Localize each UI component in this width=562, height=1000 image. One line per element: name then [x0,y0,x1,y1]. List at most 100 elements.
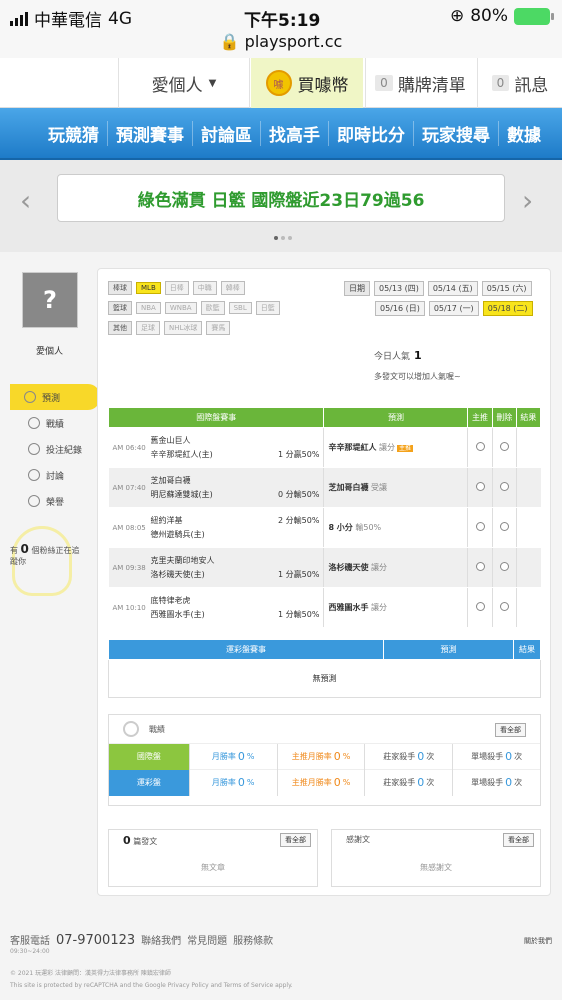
stat-label: 單場殺手 [471,778,504,787]
main-pick-radio[interactable] [475,562,485,571]
filter-npb[interactable]: 日棒 [164,281,189,295]
main-pick-radio[interactable] [475,602,485,611]
delete-radio[interactable] [499,482,509,491]
buy-coins-button[interactable]: 噱 買噱幣 [251,58,363,108]
filter-soccer[interactable]: 足球 [136,321,160,335]
delete-radio[interactable] [499,602,509,611]
single-killer: 單場殺手 0 次 [452,743,540,770]
sidebar-item-discuss[interactable]: 討論 [10,462,100,488]
sidebar-user-name: 愛個人 [36,347,64,357]
filter-cpbl[interactable]: 中職 [192,281,217,295]
col-header: 運彩盤賽事 [108,639,384,660]
sidebar-item-predict[interactable]: 預測 [10,384,100,410]
game-time: AM 06:40 [108,427,151,468]
footer-link-about[interactable]: 關於我們 [524,936,552,946]
posts-title: 0 篇發文 [123,834,157,847]
thanks-empty: 無感謝文 [420,863,452,872]
stat-value: 0 [237,776,245,789]
sidebar-item-label: 戰績 [46,419,65,430]
next-arrow-icon[interactable]: › [522,184,533,217]
filter-horse[interactable]: 賽馬 [206,321,231,335]
thanks-box: 感謝文 看全部 無感謝文 [331,829,541,887]
record-panel: 戰績 看全部 國際盤 月勝率 0% 主推月勝率 0% 莊家殺手 0 次 單場殺手 0 次 運… [108,714,541,806]
coin-icon: 噱 [265,70,292,96]
single-killer: 單場殺手 0 次 [452,769,540,796]
menu-item-forum[interactable]: 討論區 [192,120,260,146]
filter-kbo[interactable]: 韓棒 [220,281,245,295]
date-0518[interactable]: 05/18 (二) [482,301,533,316]
filter-euro[interactable]: 歐籃 [200,301,225,315]
menu-item-experts[interactable]: 找高手 [260,120,328,146]
record-view-all-button[interactable]: 看全部 [495,723,526,737]
posts-view-all-button[interactable]: 看全部 [280,833,311,847]
date-0517[interactable]: 05/17 (一) [428,301,479,316]
filter-nba[interactable]: NBA [136,302,161,314]
game-time: AM 07:40 [108,467,151,508]
date-filter-row2: 05/16 (日) 05/17 (一) 05/18 (二) [375,301,533,316]
record-row-intl: 國際盤 月勝率 0% 主推月勝率 0% 莊家殺手 0 次 單場殺手 0 次 [109,743,540,770]
service-phone: 07-9700123 [56,933,136,948]
clock: 下午5:19 [244,11,321,31]
carousel-dots [274,236,292,240]
filter-baseball: 棒球 MLB 日棒 中職 韓棒 [108,281,245,295]
prev-arrow-icon[interactable]: ‹ [20,184,31,217]
pick-note: 讓分 [371,603,387,612]
fan-count: 0 [20,542,29,556]
main-pick-radio[interactable] [475,522,485,531]
banner-slide[interactable]: 綠色滿貫 日籃 國際盤近23日79過56 [57,174,505,222]
address-bar[interactable]: 🔒 playsport.cc [0,32,562,51]
delete-radio[interactable] [499,562,509,571]
menu-item-player-search[interactable]: 玩家搜尋 [413,120,498,146]
bookie-killer: 莊家殺手 0 次 [364,743,452,770]
user-menu[interactable]: 愛個人 ▼ [118,58,250,108]
menu-item-guess[interactable]: 玩競猜 [40,121,107,146]
gear-icon [24,391,36,403]
record-row-label: 國際盤 [109,743,189,770]
sidebar-item-honor[interactable]: 榮譽 [10,488,100,514]
pick: 洛杉磯天使 [328,563,369,572]
filter-mlb[interactable]: MLB [136,282,161,294]
main-menu: 玩競猜 預測賽事 討論區 找高手 即時比分 玩家搜尋 數據 [0,108,562,160]
sidebar-nav: 預測 戰績 投注紀錄 討論 榮譽 [10,384,100,514]
delete-radio[interactable] [499,522,509,531]
footer-link-faq[interactable]: 常見問題 [187,932,227,947]
game-time: AM 09:38 [108,547,151,588]
date-0513[interactable]: 05/13 (四) [374,281,424,296]
col-header: 結果 [515,407,542,428]
record-row-lottery: 運彩盤 月勝率 0% 主推月勝率 0% 莊家殺手 0 次 單場殺手 0 次 [109,769,540,796]
footer-link-terms[interactable]: 服務條款 [233,932,273,947]
sidebar-item-label: 榮譽 [46,497,65,508]
chat-icon [28,469,40,481]
filter-wnba[interactable]: WNBA [164,302,197,314]
date-0514[interactable]: 05/14 (五) [427,281,478,296]
delete-radio[interactable] [499,442,509,451]
sidebar-item-record[interactable]: 戰績 [10,410,100,436]
stat-unit: % [342,752,351,761]
recaptcha-notice: This site is protected by reCAPTCHA and … [10,982,293,989]
status-bar: 中華電信 4G 下午5:19 ⊕ 80% 🔒 playsport.cc [0,0,562,58]
battery-info: ⊕ 80% [450,6,554,26]
date-0515[interactable]: 05/15 (六) [481,281,532,296]
pick: 8 小分 [328,523,353,532]
menu-item-data[interactable]: 數據 [498,120,549,146]
stat-label: 莊家殺手 [383,752,416,761]
main-pick-radio[interactable] [475,482,485,491]
game-teams: 克里夫蘭印地安人 洛杉磯天使(主) 1 分贏50% [150,547,324,588]
cart-button[interactable]: 0 購牌清單 [365,58,475,108]
filter-sbl[interactable]: SBL [228,302,252,314]
menu-item-predict[interactable]: 預測賽事 [107,120,192,146]
date-0516[interactable]: 05/16 (日) [375,301,425,316]
filter-nhl[interactable]: NHL冰球 [164,321,203,335]
footer-link-contact[interactable]: 聯絡我們 [141,932,181,947]
messages-button[interactable]: 0 訊息 [477,58,562,108]
thanks-view-all-button[interactable]: 看全部 [503,833,534,847]
menu-item-livescore[interactable]: 即時比分 [328,120,413,146]
main-pick-radio[interactable] [475,442,485,451]
sidebar-item-bets[interactable]: 投注紀錄 [10,436,100,462]
game-time: AM 10:10 [108,587,151,628]
stat-label: 主推月勝率 [291,752,332,761]
fans-tip: 有 0 個粉絲正在追蹤你 [10,542,80,567]
col-header: 結果 [513,639,541,660]
avatar: ? [22,272,78,328]
filter-jbl[interactable]: 日籃 [255,301,280,315]
